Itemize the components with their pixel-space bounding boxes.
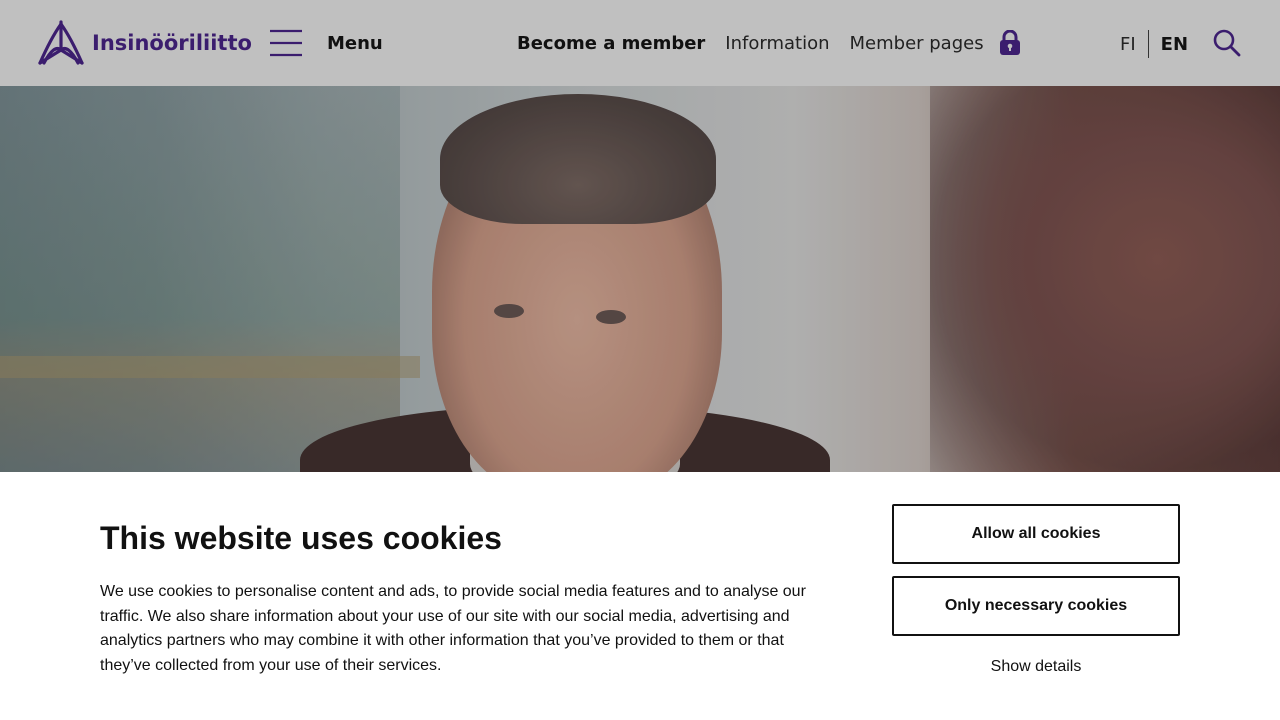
logo-link[interactable]: Insinööriliitto <box>36 20 252 66</box>
hero-overlay <box>0 86 1280 472</box>
nav-member-pages[interactable]: Member pages <box>850 33 984 54</box>
language-switcher: FI EN <box>1120 30 1188 58</box>
allow-all-cookies-button[interactable]: Allow all cookies <box>892 504 1180 564</box>
main-nav: Become a member Information Member pages <box>517 30 1021 56</box>
nav-become-member[interactable]: Become a member <box>517 33 705 54</box>
menu-label: Menu <box>327 32 383 54</box>
cookie-title: This website uses cookies <box>100 520 502 556</box>
cookie-description: We use cookies to personalise content an… <box>100 583 806 675</box>
site-header: Insinööriliitto Menu Become a member Inf… <box>0 0 1280 86</box>
hero-image <box>0 86 1280 472</box>
only-necessary-cookies-button[interactable]: Only necessary cookies <box>892 576 1180 636</box>
lang-divider <box>1147 30 1149 58</box>
cookie-banner: This website uses cookies We use cookies… <box>0 472 1280 720</box>
menu-button[interactable]: Menu <box>268 28 383 58</box>
nav-information[interactable]: Information <box>725 33 829 54</box>
search-icon[interactable] <box>1212 28 1242 58</box>
lang-en[interactable]: EN <box>1161 34 1188 55</box>
lang-fi[interactable]: FI <box>1120 34 1136 55</box>
show-details-link[interactable]: Show details <box>892 658 1180 676</box>
logo-text: Insinööriliitto <box>92 31 252 55</box>
hamburger-icon <box>270 29 302 57</box>
lock-icon[interactable] <box>999 30 1021 56</box>
logo-icon <box>38 20 84 65</box>
